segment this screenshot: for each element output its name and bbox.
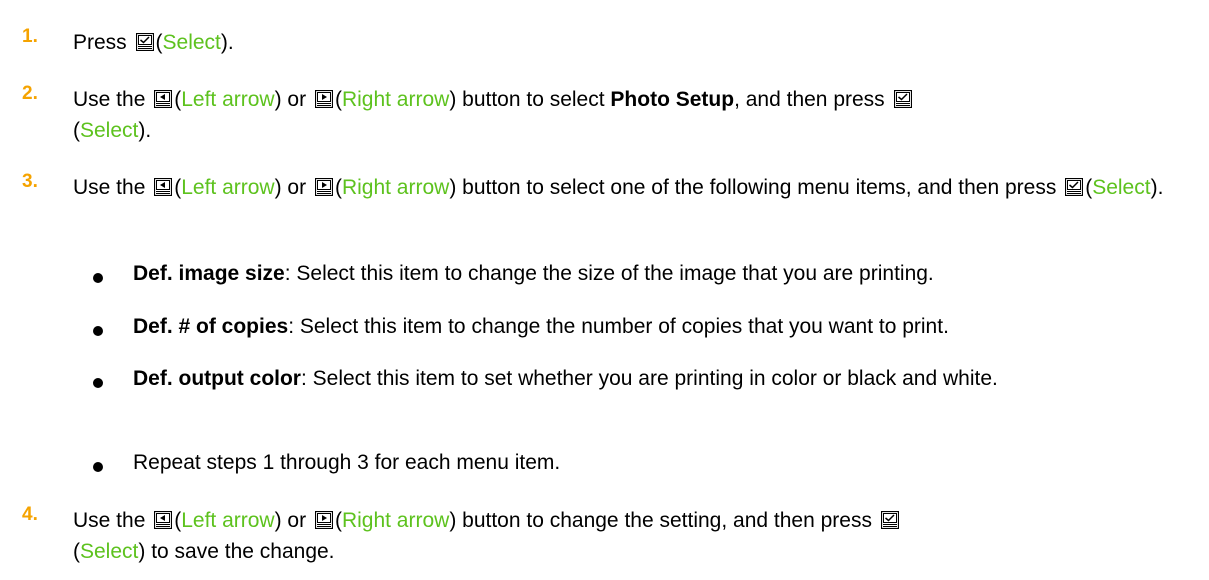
step-number: 1. [22, 26, 38, 47]
button-name: Left arrow [181, 509, 275, 532]
text: . [227, 31, 234, 54]
left-arrow-button-icon [154, 511, 173, 529]
list-item-text: Def. # of copies: Select this item to ch… [133, 311, 1183, 342]
right-arrow-button-icon [314, 511, 333, 529]
text: Use the [73, 176, 152, 199]
text: . [145, 119, 152, 142]
left-arrow-button-icon [154, 90, 173, 108]
text: or [281, 509, 312, 532]
text: or [281, 176, 312, 199]
text: , and then press [734, 88, 891, 111]
text: button to change the setting, and then p… [456, 509, 878, 532]
text: : Select this item to set whether you ar… [300, 367, 998, 390]
menu-item-name: Def. output color [133, 367, 301, 390]
button-name: Right arrow [341, 176, 450, 199]
step-text: Use the (Left arrow) or (Right arrow) bu… [73, 84, 1183, 146]
text: Repeat steps 1 through 3 for each menu i… [133, 451, 561, 474]
step-number: 4. [22, 504, 38, 525]
select-button-icon [1065, 178, 1084, 196]
bullet-icon [93, 378, 103, 388]
select-button-icon [880, 511, 899, 529]
button-name: Select [1092, 176, 1151, 199]
step-text: Use the (Left arrow) or (Right arrow) bu… [73, 176, 1164, 199]
list-item-text: Repeat steps 1 through 3 for each menu i… [133, 447, 1183, 478]
text: : Select this item to change the size of… [284, 262, 934, 285]
text: . [1157, 176, 1164, 199]
text: button to select one of the following me… [456, 176, 1063, 199]
text: Press [73, 31, 133, 54]
step-number: 2. [22, 83, 38, 104]
button-name: Left arrow [181, 88, 275, 111]
list-item-text: Def. output color: Select this item to s… [133, 363, 1133, 394]
select-button-icon [135, 33, 154, 51]
bullet-icon [93, 462, 103, 472]
menu-name: Photo Setup [610, 88, 735, 111]
button-name: Left arrow [181, 176, 275, 199]
text: or [281, 88, 312, 111]
menu-item-name: Def. image size [133, 262, 285, 285]
text: button to select [456, 88, 611, 111]
right-arrow-button-icon [314, 178, 333, 196]
text: : Select this item to change the number … [288, 315, 949, 338]
text: Use the [73, 88, 152, 111]
menu-item-name: Def. # of copies [133, 315, 289, 338]
button-name: Select [80, 540, 139, 563]
select-button-icon [893, 90, 912, 108]
bullet-icon [93, 326, 103, 336]
button-name: Select [162, 31, 221, 54]
text: to save the change. [145, 540, 335, 563]
button-name: Select [80, 119, 139, 142]
list-item-text: Def. image size: Select this item to cha… [133, 258, 1183, 289]
step-number: 3. [22, 171, 38, 192]
text: Use the [73, 509, 152, 532]
step-text: Use the (Left arrow) or (Right arrow) bu… [73, 505, 1183, 567]
step-text: Press (Select). [73, 31, 234, 54]
left-arrow-button-icon [154, 178, 173, 196]
bullet-icon [93, 273, 103, 283]
right-arrow-button-icon [314, 90, 333, 108]
button-name: Right arrow [341, 509, 450, 532]
button-name: Right arrow [341, 88, 450, 111]
